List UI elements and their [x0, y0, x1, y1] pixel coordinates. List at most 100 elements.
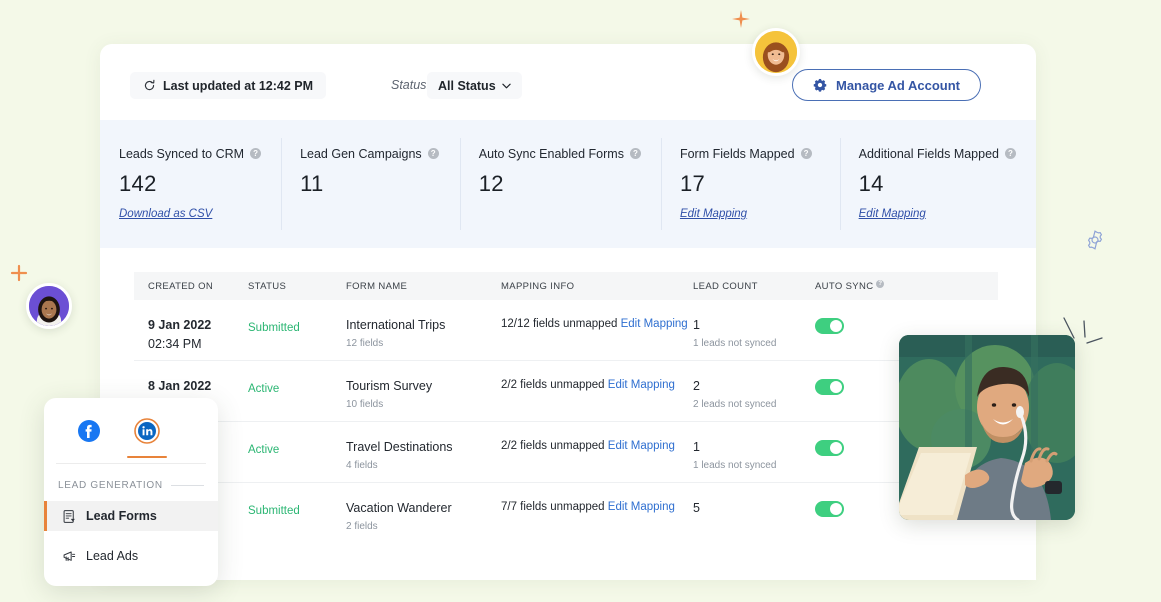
table-row[interactable]: Active Travel Destinations 4 fields 2/2 … [134, 422, 998, 483]
edit-mapping-link[interactable]: Edit Mapping [621, 318, 688, 330]
facebook-icon [78, 420, 100, 442]
cell-created-on: 8 Jan 2022 [148, 379, 248, 398]
created-time: 02:34 PM [148, 337, 202, 351]
cell-form-name: Vacation Wanderer 2 fields [346, 501, 501, 532]
avatar [752, 28, 800, 76]
last-updated-label: Last updated at 12:42 PM [163, 78, 314, 93]
lead-forms-table: Created On Status Form Name Mapping Info… [134, 272, 998, 544]
lead-count: 1 [693, 440, 700, 454]
help-icon[interactable]: ? [876, 279, 885, 288]
cell-status: Submitted [248, 318, 346, 336]
auto-sync-toggle[interactable] [815, 318, 844, 334]
stat-card-additional-fields-mapped: Additional Fields Mapped ? 14 Edit Mappi… [839, 120, 1036, 248]
stat-card-auto-sync-forms: Auto Sync Enabled Forms ? 12 [459, 120, 661, 248]
manage-ad-account-button[interactable]: Manage Ad Account [792, 69, 981, 101]
status-badge: Active [248, 444, 280, 456]
stat-value: 12 [478, 171, 504, 196]
stat-title: Additional Fields Mapped [858, 147, 999, 161]
cell-form-name: Travel Destinations 4 fields [346, 440, 501, 471]
stat-value: 142 [119, 171, 157, 196]
mapping-text: 7/7 fields unmapped [501, 501, 605, 513]
edit-mapping-link[interactable]: Edit Mapping [608, 440, 675, 452]
last-updated-pill[interactable]: Last updated at 12:42 PM [130, 72, 327, 99]
avatar [26, 283, 72, 329]
form-fields-count: 2 fields [346, 521, 378, 532]
help-icon[interactable]: ? [1005, 148, 1016, 159]
sidebar-item-label: Lead Forms [86, 509, 157, 523]
active-tab-indicator [127, 455, 167, 458]
table-row[interactable]: 8 Jan 2022 Active Tourism Survey 10 fiel… [134, 361, 998, 422]
cell-mapping-info: 2/2 fields unmapped Edit Mapping [501, 379, 693, 391]
status-badge: Submitted [248, 322, 300, 334]
refresh-icon [144, 79, 155, 91]
video-thumbnail[interactable] [899, 335, 1075, 520]
column-header-status: Status [248, 280, 287, 292]
stat-value: 11 [300, 171, 324, 196]
help-icon[interactable]: ? [250, 148, 262, 159]
facebook-tab[interactable] [76, 418, 102, 444]
table-row[interactable]: Submitted Vacation Wanderer 2 fields 7/7… [134, 483, 998, 544]
help-icon[interactable]: ? [427, 148, 439, 159]
lead-not-synced-note: 1 leads not synced [693, 338, 777, 349]
mapping-text: 2/2 fields unmapped [501, 440, 605, 452]
edit-mapping-link[interactable]: Edit Mapping [608, 501, 675, 513]
avatar-photo [29, 286, 69, 326]
channel-side-panel: LEAD GENERATION Lead Forms Lead Ads [44, 398, 218, 586]
cell-created-on: 9 Jan 2022 02:34 PM [148, 318, 248, 351]
edit-mapping-link[interactable]: Edit Mapping [859, 208, 926, 220]
form-fields-count: 4 fields [346, 460, 378, 471]
status-filter-select[interactable]: All Status [427, 72, 522, 99]
column-header-auto-sync-label: Auto Sync [815, 280, 874, 292]
stat-value: 17 [679, 171, 706, 196]
chevron-down-icon [501, 83, 511, 88]
linkedin-tab[interactable] [127, 418, 167, 458]
linkedin-icon [134, 418, 160, 444]
video-image [899, 335, 1075, 520]
gear-icon [813, 78, 827, 92]
lead-count: 5 [693, 501, 700, 515]
lead-count: 2 [693, 379, 700, 393]
cell-lead-count: 2 2 leads not synced [693, 379, 815, 410]
lead-not-synced-note: 1 leads not synced [693, 460, 777, 471]
cell-lead-count: 1 1 leads not synced [693, 440, 815, 471]
cell-auto-sync [815, 318, 935, 334]
status-badge: Active [248, 383, 280, 395]
stat-title: Leads Synced to CRM [119, 147, 245, 161]
auto-sync-toggle[interactable] [815, 379, 844, 395]
auto-sync-toggle[interactable] [815, 440, 844, 456]
form-fields-count: 10 fields [346, 399, 384, 410]
created-date: 8 Jan 2022 [148, 379, 212, 393]
help-icon[interactable]: ? [800, 148, 812, 159]
main-panel: Last updated at 12:42 PM Status: All Sta… [100, 44, 1036, 580]
auto-sync-toggle[interactable] [815, 501, 844, 517]
gear-outline-icon [1087, 230, 1103, 250]
toolbar: Last updated at 12:42 PM Status: All Sta… [100, 44, 1036, 124]
sidebar-item-lead-forms[interactable]: Lead Forms [44, 501, 218, 531]
stat-title: Auto Sync Enabled Forms [478, 147, 624, 161]
megaphone-icon [63, 551, 76, 561]
cell-mapping-info: 7/7 fields unmapped Edit Mapping [501, 501, 693, 513]
column-header-mapping-info: Mapping Info [501, 280, 575, 292]
cell-mapping-info: 12/12 fields unmapped Edit Mapping [501, 318, 693, 330]
cell-status: Submitted [248, 501, 346, 519]
sparkle-icon [732, 10, 750, 28]
column-header-created-on: Created On [148, 280, 214, 292]
sidebar-item-lead-ads[interactable]: Lead Ads [44, 541, 218, 571]
section-label: LEAD GENERATION [58, 480, 163, 491]
help-icon[interactable]: ? [629, 148, 641, 159]
edit-mapping-link[interactable]: Edit Mapping [608, 379, 675, 391]
section-lead-generation: LEAD GENERATION [44, 464, 218, 491]
cell-form-name: Tourism Survey 10 fields [346, 379, 501, 410]
section-rule [170, 485, 204, 486]
stat-value: 14 [858, 171, 884, 196]
stat-title: Lead Gen Campaigns [300, 147, 422, 161]
form-name: Tourism Survey [346, 379, 433, 393]
column-header-form-name: Form Name [346, 280, 408, 292]
channel-tabs [44, 398, 218, 458]
edit-mapping-link[interactable]: Edit Mapping [680, 208, 747, 220]
status-filter-label: Status: [391, 78, 430, 92]
page-root: Last updated at 12:42 PM Status: All Sta… [0, 0, 1161, 602]
download-csv-link[interactable]: Download as CSV [119, 208, 212, 220]
table-row[interactable]: 9 Jan 2022 02:34 PM Submitted Internatio… [134, 300, 998, 361]
cell-status: Active [248, 379, 346, 397]
